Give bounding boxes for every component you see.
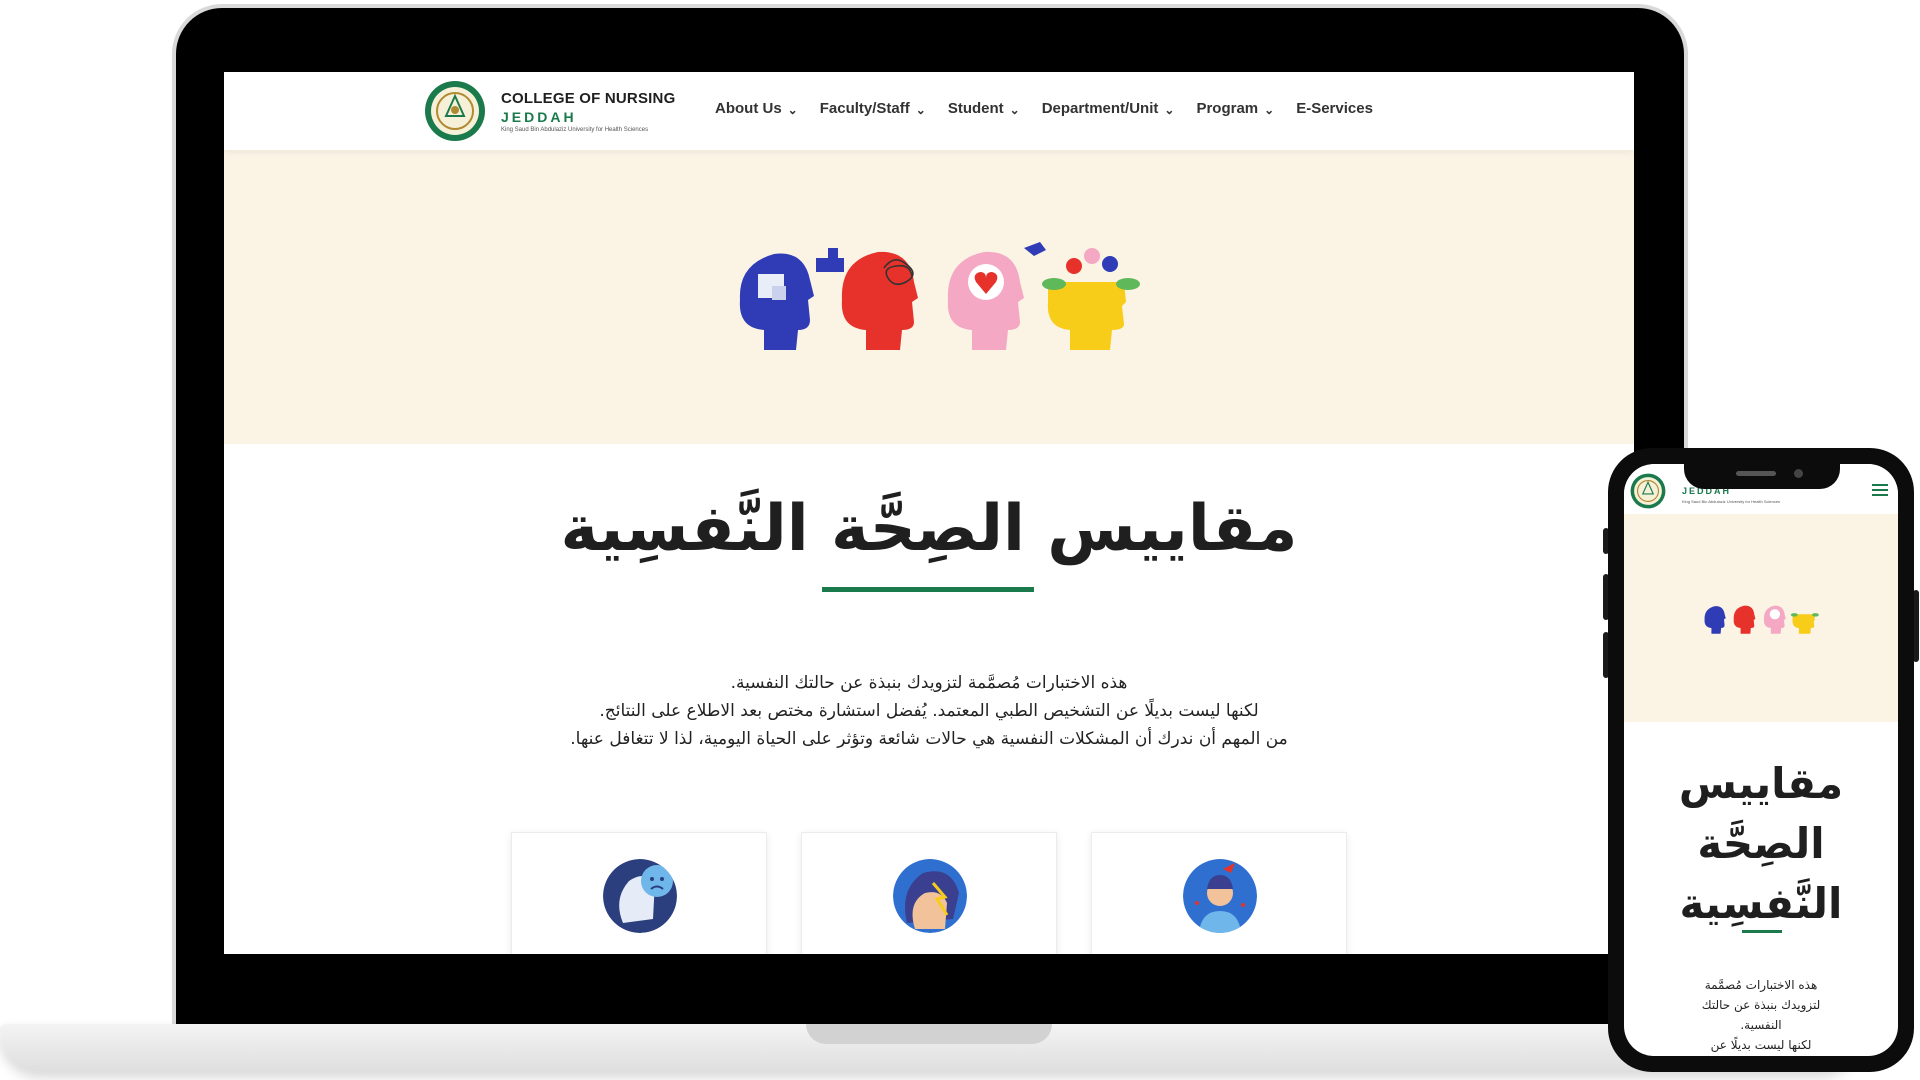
nav-item-label: E-Services	[1296, 100, 1373, 117]
logo-university: King Saud Bin Abdulaziz University for H…	[501, 127, 649, 133]
chevron-down-icon: ⌄	[1264, 102, 1275, 117]
nav-item-label: Department/Unit	[1041, 100, 1159, 117]
nav-item-label: Faculty/Staff	[819, 100, 910, 117]
mobile-hero-banner	[1624, 514, 1898, 722]
intro-line: لكنها ليست بديلًا عن	[1710, 1038, 1812, 1052]
nav-item-label: Student	[947, 100, 1004, 117]
anxiety-head-icon	[893, 859, 967, 933]
laptop-notch	[806, 1024, 1052, 1044]
phone-speaker	[1736, 471, 1776, 476]
nav-item-label: Program	[1196, 100, 1259, 117]
hero-banner	[224, 150, 1634, 444]
phone-notch	[1684, 455, 1840, 489]
intro-line: من المهم أن ندرك أن المشكلات النفسية هي …	[570, 729, 1288, 749]
mobile-page-title: مقاييس الصِحَّة النَّفسِية	[1624, 754, 1898, 934]
intro-text: هذه الاختبارات مُصمَّمة لتزويدك بنبذة عن…	[474, 669, 1384, 753]
hamburger-menu-icon[interactable]	[1872, 484, 1888, 496]
nav-item-e-services[interactable]: E-Services	[1296, 100, 1373, 117]
mobile-intro-text: هذه الاختبارات مُصمَّمة لتزويدك بنبذة عن…	[1674, 975, 1848, 1055]
chevron-down-icon: ⌄	[915, 102, 926, 117]
title-line: النَّفسِية	[1679, 879, 1843, 928]
intro-line: لكنها ليست بديلًا عن التشخيص الطبي المعت…	[599, 701, 1259, 721]
laptop-screen: COLLEGE OF NURSING JEDDAH King Saud Bin …	[224, 72, 1634, 954]
title-underline	[1742, 930, 1782, 933]
nav-item-department-unit[interactable]: Department/Unit ⌄	[1042, 100, 1175, 117]
nav-item-about-us[interactable]: About Us ⌄	[715, 100, 798, 117]
chevron-down-icon: ⌄	[787, 102, 798, 117]
page-title: مقاييس الصِحَّة النَّفسِية	[560, 492, 1298, 566]
intro-line: هذه الاختبارات مُصمَّمة لتزويدك بنبذة عن…	[730, 673, 1128, 693]
mental-health-heads-illustration	[739, 242, 1140, 350]
stress-person-icon	[1183, 859, 1257, 933]
scale-card-stress[interactable]	[1091, 832, 1347, 954]
chevron-down-icon: ⌄	[1164, 102, 1175, 117]
logo-city: JEDDAH	[501, 109, 577, 125]
site-header: COLLEGE OF NURSING JEDDAH King Saud Bin …	[224, 72, 1634, 150]
main-nav: About Us ⌄ Faculty/Staff ⌄ Student ⌄ Dep…	[715, 100, 1395, 117]
title-line: الصِحَّة	[1697, 819, 1825, 868]
logo-title: COLLEGE OF NURSING	[501, 90, 676, 107]
title-line: مقاييس	[1678, 759, 1844, 808]
title-underline	[822, 587, 1034, 592]
mental-health-heads-illustration	[1704, 605, 1819, 634]
intro-line: النفسية.	[1740, 1018, 1782, 1032]
intro-line: لتزويدك بنبذة عن حالتك	[1701, 998, 1821, 1012]
nav-item-student[interactable]: Student ⌄	[948, 100, 1020, 117]
scale-card-anxiety[interactable]	[801, 832, 1057, 954]
nav-item-faculty-staff[interactable]: Faculty/Staff ⌄	[820, 100, 926, 117]
college-logo-seal[interactable]	[424, 80, 486, 142]
sad-face-head-icon	[603, 859, 677, 933]
chevron-down-icon: ⌄	[1009, 102, 1020, 117]
nav-item-program[interactable]: Program ⌄	[1196, 100, 1274, 117]
scale-card-depression[interactable]	[511, 832, 767, 954]
college-logo-seal[interactable]	[1630, 473, 1666, 509]
nav-item-label: About Us	[715, 100, 782, 117]
intro-line: هذه الاختبارات مُصمَّمة	[1704, 978, 1818, 992]
phone-camera	[1794, 469, 1803, 478]
logo-university: King Saud Bin Abdulaziz University for H…	[1682, 499, 1781, 504]
phone-screen: JEDDAH King Saud Bin Abdulaziz Universit…	[1624, 464, 1898, 1056]
